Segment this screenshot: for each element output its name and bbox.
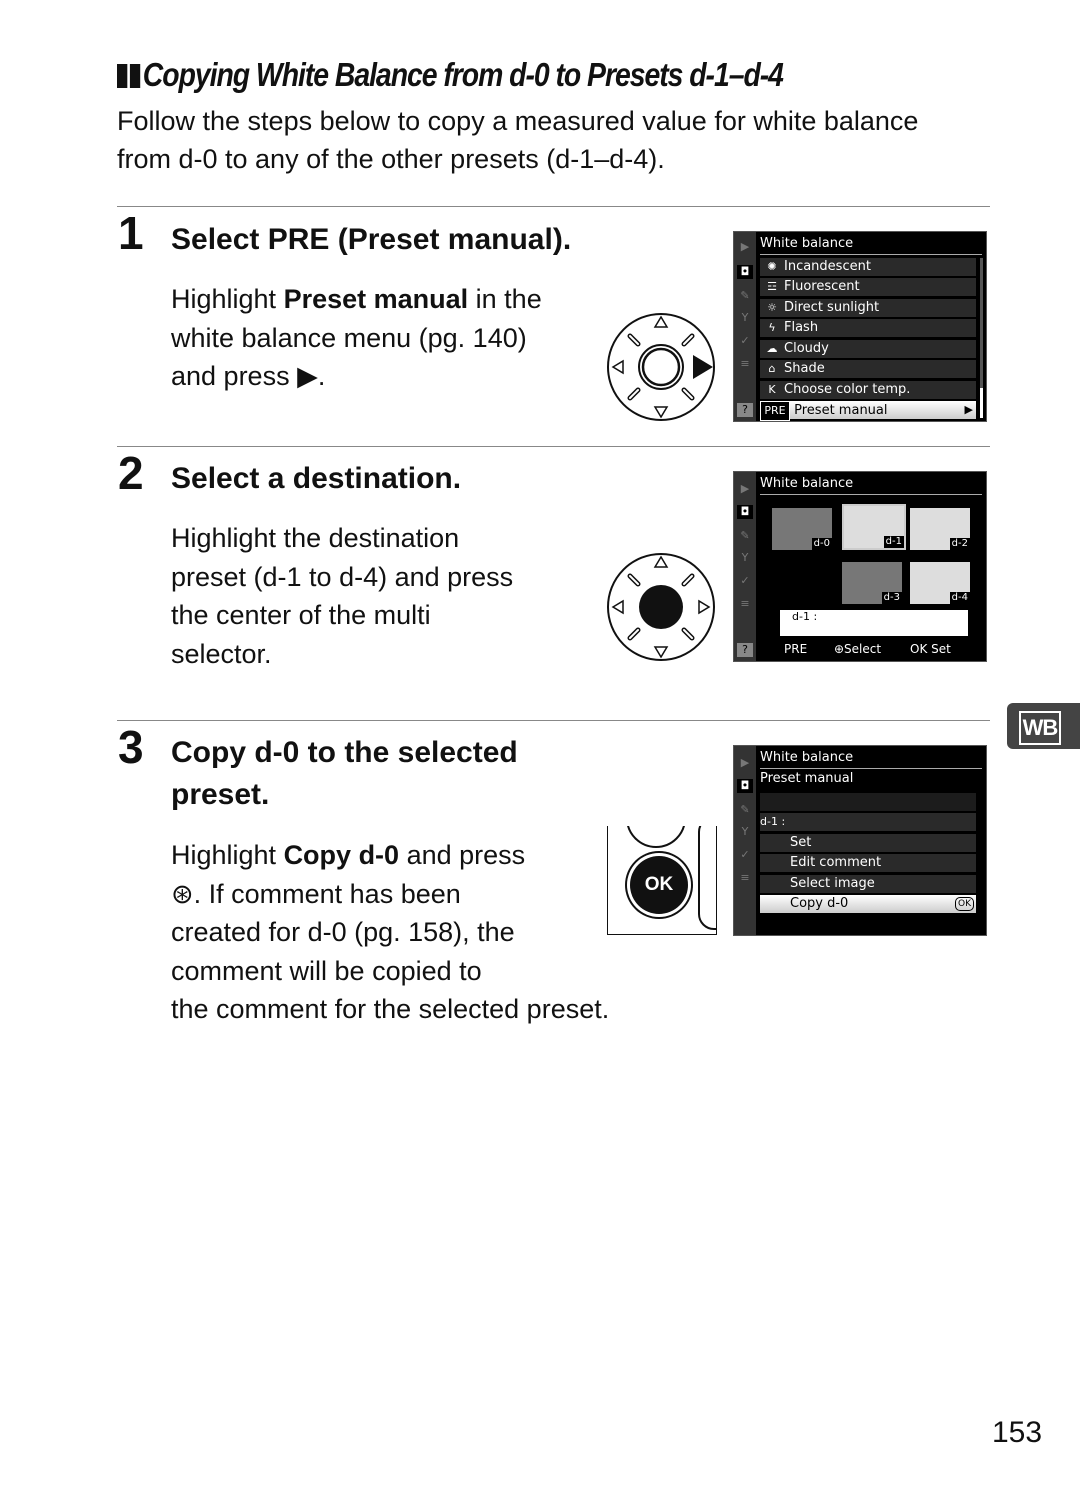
menu-sidebar: ▶ ◘ ✎ Y ✓ ≡ [734,746,756,935]
playback-icon: ▶ [740,240,750,253]
playback-icon: ▶ [740,482,750,495]
screen-subtitle: Preset manual [760,771,854,786]
recent-settings-icon: ≡ [740,871,750,884]
recent-settings-icon: ≡ [740,597,750,610]
shade-icon: ⌂ [768,362,776,375]
menu-sidebar: ▶ ◘ ✎ Y ✓ ≡ ? [734,232,756,421]
step-3-heading: Copy d-0 to the selected preset. [171,736,518,811]
preset-thumb[interactable]: d-2 [910,508,970,550]
screen-title: White balance [760,234,982,255]
wb-menu-screen: ▶ ◘ ✎ Y ✓ ≡ ? White balance ✺ Incandescen… [733,231,987,422]
menu-item-selected[interactable]: PRE Preset manual ▶ [760,401,976,421]
wb-tab-icon: WB [1019,711,1061,745]
pre-icon: PRE [760,401,790,421]
preset-thumb-selected[interactable]: d-1 [842,504,906,550]
wrench-icon: Y [741,825,749,838]
step-2-heading: Select a destination. [171,462,462,495]
intro-text: Follow the steps below to copy a measure… [117,106,919,174]
section-marker-icon [117,64,128,88]
preset-thumb[interactable]: d-4 [910,562,970,604]
divider [117,446,990,447]
section-title: Copying White Balance from d-0 to Preset… [117,56,784,94]
ok-button-illustration: OK [607,826,717,935]
chapter-tab[interactable]: WB [1007,703,1080,749]
ok-badge-icon: OK [955,897,974,911]
pencil-icon: ✎ [740,529,750,542]
flash-icon: ϟ [768,321,776,334]
step-1-number: 1 [118,207,144,259]
step-3-body: Highlight Copy d-0 and press ⊛. If comme… [171,840,610,1024]
preset-thumb[interactable]: d-0 [772,508,832,550]
playback-icon: ▶ [740,756,750,769]
divider [117,720,990,721]
screen-title: White balance [760,474,982,495]
footer-select: ⊕Select [834,642,882,656]
menu-sidebar: ▶ ◘ ✎ Y ✓ ≡ ? [734,472,756,661]
step-3-number: 3 [118,721,144,773]
step-1-body: Highlight Preset manual in the white bal… [171,284,542,391]
retouch-icon: ✓ [740,334,750,347]
menu-item[interactable]: ☁ Cloudy [760,340,976,358]
retouch-icon: ✓ [740,574,750,587]
preset-manual-screen: ▶ ◘ ✎ Y ✓ ≡ White balance Preset manual … [733,745,987,936]
help-icon: ? [737,403,753,417]
sunlight-icon: ☼ [767,301,777,314]
footer-pre: PRE [784,642,808,656]
page-number: 153 [992,1416,1043,1449]
ok-button-icon: OK [630,856,688,914]
menu-item[interactable]: ✺ Incandescent [760,258,976,276]
menu-item[interactable]: Select image [760,875,976,893]
preset-info-row: d-1 : [760,813,976,831]
menu-item[interactable]: ⌂ Shade [760,360,976,378]
camera-icon: ◘ [737,265,753,279]
divider [117,206,990,207]
retouch-icon: ✓ [740,848,750,861]
menu-item[interactable]: K Choose color temp. [760,381,976,399]
help-icon: ? [737,643,753,657]
wrench-icon: Y [741,551,749,564]
wrench-icon: Y [741,311,749,324]
arrow-right-icon: ▶ [964,403,973,416]
recent-settings-icon: ≡ [740,357,750,370]
multi-selector-right-icon [607,313,715,421]
step-2-body: Highlight the destination preset (d-1 to… [171,523,514,669]
pencil-icon: ✎ [740,289,750,302]
section-marker-icon [129,64,141,88]
menu-item-selected[interactable]: Copy d-0 OK [760,895,976,913]
step-1-heading: Select PRE (Preset manual). [171,223,572,256]
comment-field: d-1 : [780,610,968,636]
camera-icon: ◘ [737,505,753,519]
scrollbar[interactable] [980,258,983,418]
footer-set: OK Set [910,642,951,656]
multi-selector-center-icon [607,553,715,661]
camera-icon: ◘ [737,779,753,793]
menu-item[interactable]: ☼ Direct sunlight [760,299,976,317]
destination-screen: ▶ ◘ ✎ Y ✓ ≡ ? White balance d-0 d-1 d-2 … [733,471,987,662]
menu-item[interactable]: Edit comment [760,854,976,872]
screen-title: White balance [760,748,982,769]
menu-item[interactable]: Set [760,834,976,852]
menu-item[interactable]: ϟ Flash [760,319,976,337]
step-2-number: 2 [118,447,144,499]
cloudy-icon: ☁ [766,342,778,355]
fluorescent-icon: ☲ [767,280,777,293]
pencil-icon: ✎ [740,803,750,816]
kelvin-icon: K [768,383,776,396]
preset-thumb[interactable]: d-3 [842,562,902,604]
incandescent-icon: ✺ [767,260,777,273]
menu-item[interactable]: ☲ Fluorescent [760,278,976,296]
